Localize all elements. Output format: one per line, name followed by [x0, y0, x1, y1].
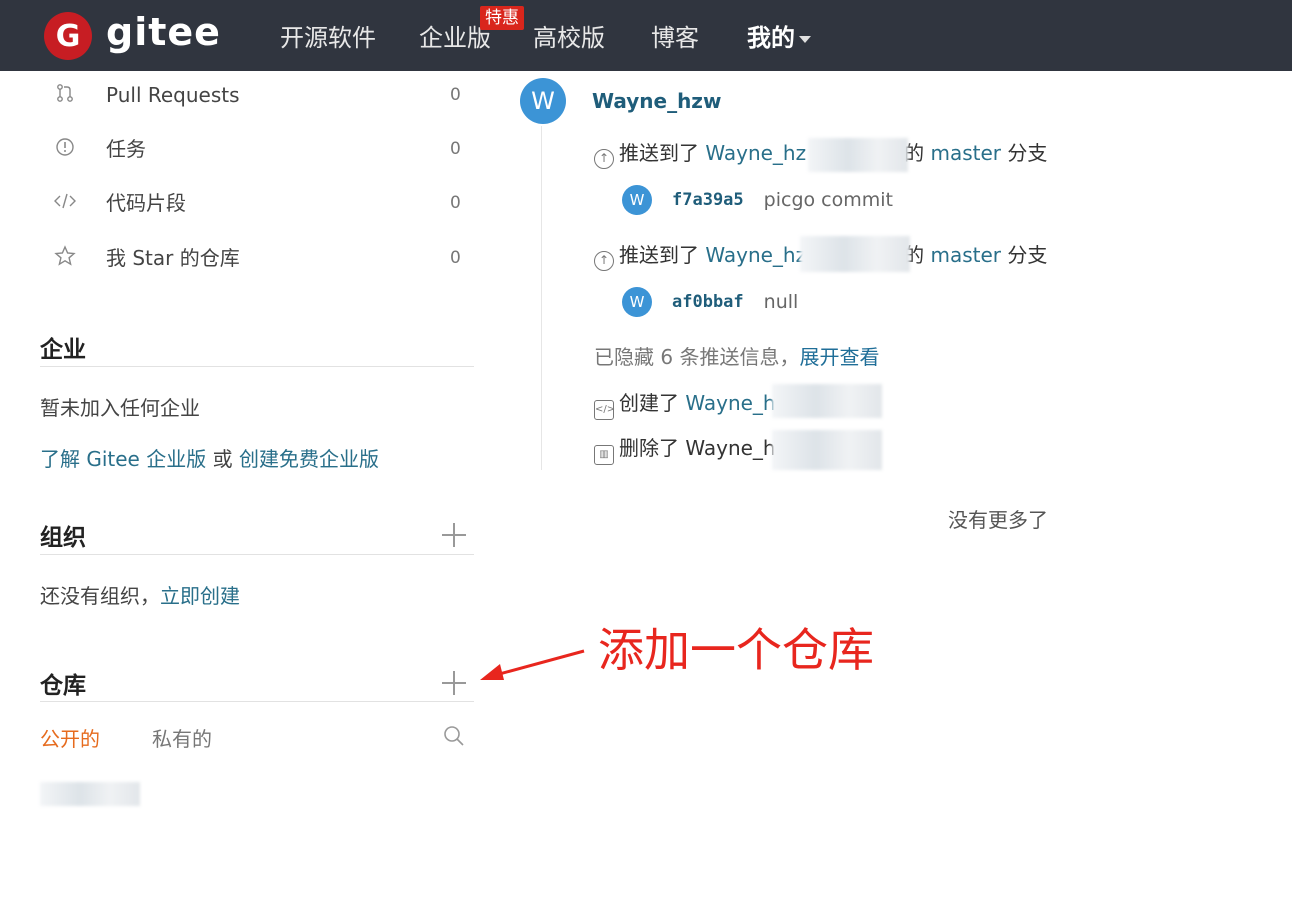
organization-section-title: 组织 — [40, 525, 86, 551]
avatar[interactable]: W — [622, 287, 652, 317]
commit-row: W af0bbaf null — [622, 286, 798, 318]
chevron-down-icon — [799, 35, 811, 43]
commit-sha-link[interactable]: af0bbaf — [672, 292, 744, 312]
gitee-logo-text: gitee — [106, 10, 221, 54]
organization-empty-text: 还没有组织， — [40, 584, 160, 608]
hidden-events-line: 已隐藏 6 条推送信息，展开查看 — [594, 343, 879, 371]
branch-link[interactable]: master — [930, 243, 1001, 267]
repo-link[interactable]: Wayne_hz — [705, 243, 806, 267]
create-organization-link[interactable]: 立即创建 — [160, 584, 240, 608]
add-repository-button[interactable] — [440, 669, 468, 697]
sidebar-item-pull-requests[interactable]: Pull Requests 0 — [50, 80, 470, 110]
organization-empty-line: 还没有组织，立即创建 — [40, 580, 240, 609]
tab-public[interactable]: 公开的 — [40, 723, 100, 752]
nav-blog[interactable]: 博客 — [651, 18, 699, 58]
deleted-repo-name: Wayne_h — [685, 436, 776, 460]
event-prefix: 推送到了 — [619, 243, 706, 267]
blurred-repo-item[interactable] — [40, 782, 140, 806]
blur-overlay — [772, 384, 882, 418]
repo-link[interactable]: Wayne_h — [685, 391, 775, 415]
section-divider — [40, 701, 474, 702]
sidebar-item-count: 0 — [450, 248, 461, 268]
create-enterprise-link[interactable]: 创建免费企业版 — [239, 447, 379, 471]
blur-overlay — [772, 430, 882, 470]
tab-private[interactable]: 私有的 — [152, 723, 212, 752]
search-icon[interactable] — [442, 724, 466, 748]
repository-section-title: 仓库 — [40, 673, 86, 699]
sidebar-item-issues[interactable]: 任务 0 — [50, 134, 470, 164]
commit-message: picgo commit — [763, 189, 893, 211]
commit-sha-link[interactable]: f7a39a5 — [672, 190, 744, 210]
timeline-line — [541, 126, 542, 470]
branch-link[interactable]: master — [930, 141, 1001, 165]
sidebar-item-snippets[interactable]: 代码片段 0 — [50, 188, 470, 218]
feed-delete-event: ▥ 删除了 Wayne_h — [594, 434, 776, 465]
issue-icon — [50, 137, 80, 162]
nav-mine-label: 我的 — [747, 24, 795, 52]
sidebar-item-label: 代码片段 — [106, 191, 186, 215]
event-prefix: 删除了 — [619, 436, 686, 460]
feed-create-event: </> 创建了 Wayne_h — [594, 389, 776, 420]
feed-user-name[interactable]: Wayne_hzw — [592, 89, 721, 113]
nav-mine[interactable]: 我的 — [747, 18, 811, 58]
event-prefix: 推送到了 — [619, 141, 706, 165]
enterprise-empty-text: 暂未加入任何企业 — [40, 396, 200, 420]
section-divider — [40, 554, 474, 555]
nav-open-source[interactable]: 开源软件 — [280, 18, 376, 58]
blur-overlay — [808, 138, 908, 172]
commit-row: W f7a39a5 picgo commit — [622, 184, 893, 216]
learn-enterprise-link[interactable]: 了解 Gitee 企业版 — [40, 447, 206, 471]
top-nav-bar: G gitee 开源软件 企业版 高校版 博客 我的 特惠 — [0, 0, 1292, 71]
sidebar-item-label: 任务 — [106, 137, 146, 161]
sidebar-item-label: Pull Requests — [106, 83, 240, 107]
expand-link[interactable]: 展开查看 — [799, 345, 879, 369]
gitee-logo[interactable]: G gitee — [44, 10, 221, 60]
event-suffix: 分支 — [1001, 243, 1048, 267]
hidden-events-text: 已隐藏 6 条推送信息， — [594, 345, 800, 369]
repo-link[interactable]: Wayne_hz — [705, 141, 806, 165]
sidebar-item-count: 0 — [450, 193, 461, 213]
push-icon: ↑ — [594, 251, 614, 271]
sidebar-item-count: 0 — [450, 139, 461, 159]
annotation-text: 添加一个仓库 — [598, 623, 874, 677]
event-suffix: 分支 — [1001, 141, 1048, 165]
code-icon — [50, 191, 80, 216]
promo-badge: 特惠 — [480, 6, 524, 30]
avatar[interactable]: W — [520, 78, 566, 124]
sidebar-item-count: 0 — [450, 85, 461, 105]
section-divider — [40, 366, 474, 367]
or-text: 或 — [206, 447, 239, 471]
enterprise-links: 了解 Gitee 企业版 或 创建免费企业版 — [40, 443, 379, 472]
avatar[interactable]: W — [622, 185, 652, 215]
event-suffix-mid: 的 — [904, 141, 931, 165]
nav-university[interactable]: 高校版 — [533, 18, 605, 58]
sidebar-item-starred[interactable]: 我 Star 的仓库 0 — [50, 243, 470, 273]
commit-message: null — [763, 291, 799, 313]
push-icon: ↑ — [594, 149, 614, 169]
sidebar-item-label: 我 Star 的仓库 — [106, 246, 240, 270]
star-icon — [50, 244, 80, 272]
event-prefix: 创建了 — [619, 391, 686, 415]
gitee-logo-icon: G — [44, 12, 92, 60]
trash-icon: ▥ — [594, 445, 614, 465]
blur-overlay — [800, 236, 910, 272]
annotation-arrow-icon — [480, 649, 585, 680]
create-repo-icon: </> — [594, 400, 615, 420]
pull-request-icon — [50, 83, 80, 108]
enterprise-section-title: 企业 — [40, 337, 86, 363]
add-organization-button[interactable] — [440, 521, 468, 549]
no-more-text: 没有更多了 — [948, 508, 1048, 532]
